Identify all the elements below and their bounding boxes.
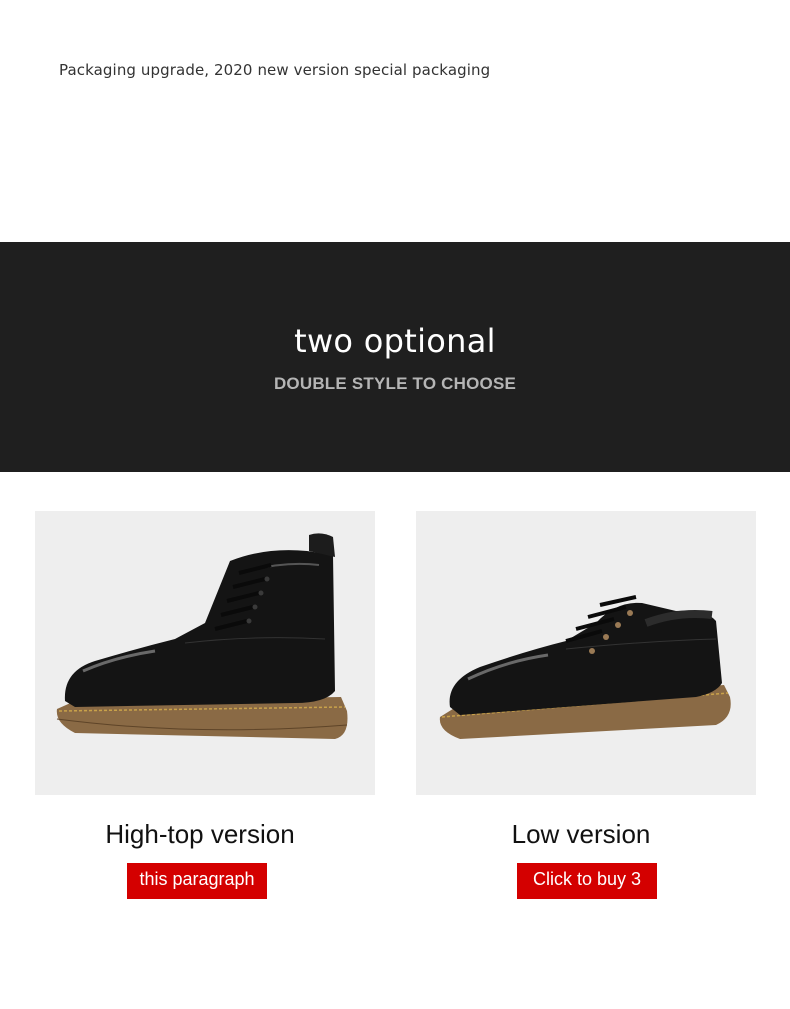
high-top-boot-icon bbox=[56, 533, 348, 739]
banner-title: two optional bbox=[294, 322, 496, 360]
low-shoe-icon bbox=[439, 595, 731, 739]
banner-subtitle: DOUBLE STYLE TO CHOOSE bbox=[273, 374, 517, 393]
buy-button[interactable]: this paragraph bbox=[127, 863, 267, 899]
product-card-low: Low version Click to buy 3 bbox=[416, 511, 756, 899]
buy-button[interactable]: Click to buy 3 bbox=[517, 863, 657, 899]
low-shoe-image[interactable] bbox=[416, 511, 756, 795]
style-banner: two optional DOUBLE STYLE TO CHOOSE bbox=[0, 242, 790, 472]
packaging-note: Packaging upgrade, 2020 new version spec… bbox=[59, 61, 491, 79]
product-name: Low version bbox=[511, 819, 651, 849]
product-card-high-top: High-top version this paragraph bbox=[35, 511, 375, 899]
high-top-boot-image[interactable] bbox=[35, 511, 375, 795]
product-name: High-top version bbox=[105, 819, 295, 849]
product-detail-page: Packaging upgrade, 2020 new version spec… bbox=[0, 0, 790, 1009]
